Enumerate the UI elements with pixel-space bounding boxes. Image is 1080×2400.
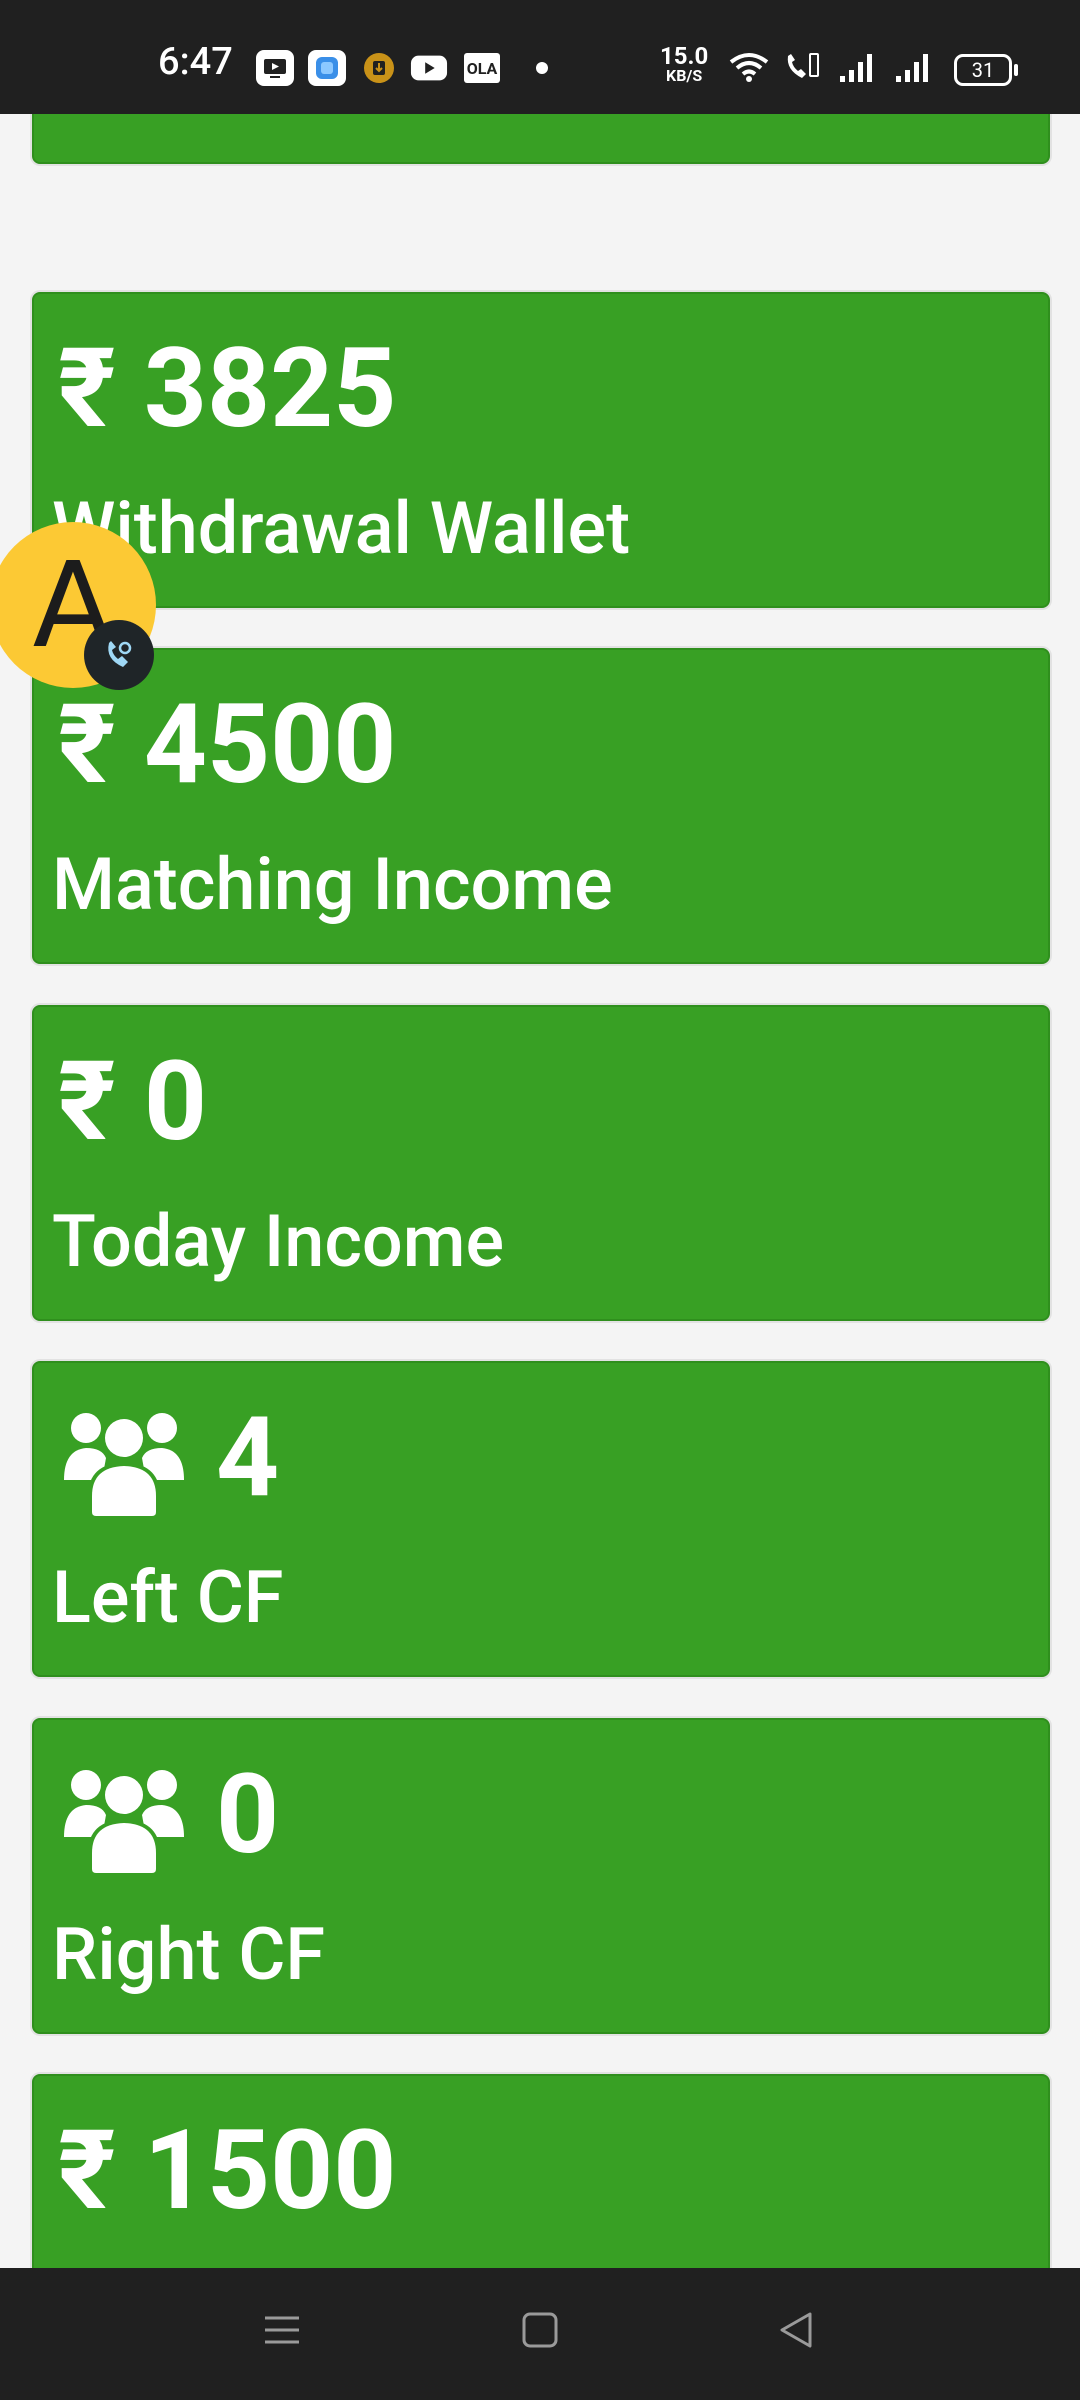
card-label: Today Income — [52, 1199, 505, 1284]
rupee-icon: ₹ — [58, 324, 116, 453]
status-bar: 6:47 OLA 15.0 KB/S 31 — [0, 0, 1080, 114]
menu-icon[interactable] — [262, 2310, 302, 2354]
status-time: 6:47 — [158, 40, 233, 84]
files-app-icon — [308, 50, 346, 86]
card-value: ₹ 0 — [58, 1037, 207, 1166]
call-recorder-icon[interactable] — [84, 620, 154, 690]
navigation-bar — [0, 2268, 1080, 2400]
card-value: ₹ 3825 — [58, 324, 397, 453]
wifi-icon — [728, 50, 770, 88]
home-icon[interactable] — [520, 2310, 560, 2354]
withdrawal-wallet-card[interactable]: ₹ 3825 Withdrawal Wallet — [32, 292, 1050, 608]
rupee-icon: ₹ — [58, 680, 116, 809]
left-cf-card[interactable]: 4 Left CF — [32, 1361, 1050, 1677]
card-value: 4 — [58, 1393, 279, 1523]
right-cf-card[interactable]: 0 Right CF — [32, 1718, 1050, 2034]
download-app-icon — [360, 50, 398, 86]
more-notifications-dot — [536, 62, 548, 74]
network-speed: 15.0 KB/S — [660, 42, 709, 85]
back-icon[interactable] — [776, 2310, 816, 2354]
youtube-icon — [410, 50, 448, 86]
rupee-icon: ₹ — [58, 1037, 116, 1166]
users-icon — [64, 1413, 184, 1516]
card-value: ₹ 1500 — [58, 2106, 397, 2235]
ola-app-icon: OLA — [464, 53, 500, 83]
tv-app-icon — [256, 50, 294, 86]
card-value: ₹ 4500 — [58, 680, 397, 809]
volte-call-icon — [782, 50, 822, 88]
card-label: Matching Income — [52, 842, 613, 927]
signal-sim2-icon — [894, 50, 934, 88]
rupee-icon: ₹ — [58, 2106, 116, 2235]
card-label: Right CF — [52, 1912, 326, 1997]
battery-indicator: 31 — [954, 54, 1018, 86]
users-icon — [64, 1770, 184, 1873]
card-value: 0 — [58, 1750, 279, 1880]
matching-income-card[interactable]: ₹ 4500 Matching Income — [32, 648, 1050, 964]
signal-sim1-icon — [838, 50, 878, 88]
today-income-card[interactable]: ₹ 0 Today Income — [32, 1005, 1050, 1321]
card-label: Left CF — [52, 1555, 284, 1640]
